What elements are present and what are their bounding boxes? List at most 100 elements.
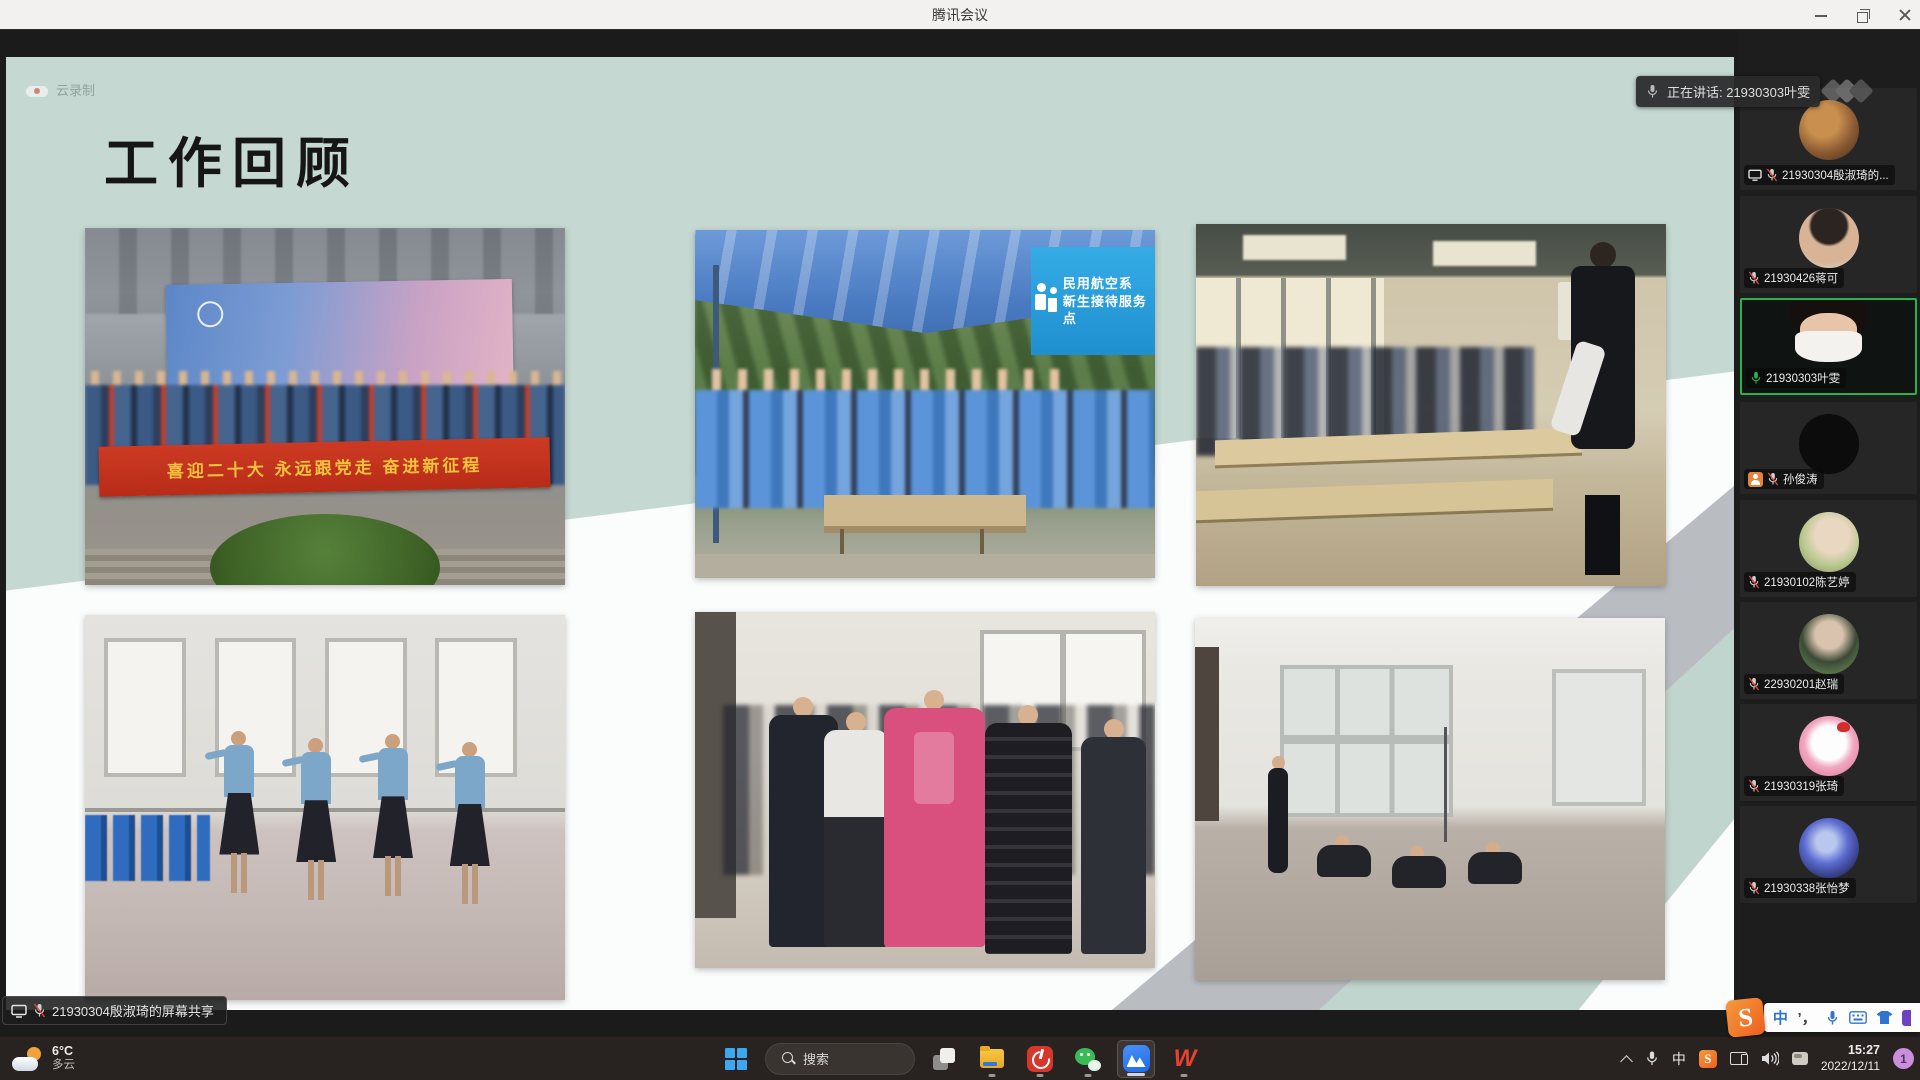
participant-tile[interactable]: 21930426蒋可	[1740, 196, 1917, 293]
ime-mode-button[interactable]: 中	[1773, 1007, 1788, 1028]
participant-tile[interactable]: 21930102陈艺婷	[1740, 500, 1917, 597]
close-button[interactable]	[1896, 6, 1914, 24]
photo5-pink-hoodie-figure	[884, 690, 985, 946]
photo-indoor-performance	[695, 612, 1155, 968]
weather-widget[interactable]: 6°C 多云	[12, 1037, 75, 1080]
speaker-icon[interactable]	[1761, 1051, 1779, 1066]
participant-tile[interactable]: 21930319张琦	[1740, 704, 1917, 801]
participant-name-pill: 21930102陈艺婷	[1744, 572, 1856, 592]
participant-name-pill: 21930304殷淑琦的...	[1744, 165, 1895, 185]
ime-toolbox-icon[interactable]	[1902, 1010, 1911, 1026]
weather-temperature: 6°C	[52, 1044, 75, 1059]
mic-icon	[1646, 84, 1659, 99]
avatar	[1799, 414, 1859, 474]
sogou-logo[interactable]: S	[1725, 997, 1766, 1038]
mic-muted-icon	[1766, 168, 1778, 182]
mic-muted-icon	[1748, 271, 1760, 285]
photo6-crouching-figure	[1468, 842, 1522, 886]
window-title: 腾讯会议	[0, 0, 1920, 30]
wps-office-button[interactable]: W	[1165, 1040, 1203, 1078]
photo5-figure	[1081, 719, 1145, 954]
speaking-indicator: 正在讲话: 21930303叶雯	[1636, 76, 1820, 107]
weather-condition: 多云	[52, 1059, 75, 1073]
mic-muted-icon	[1748, 677, 1760, 691]
notification-badge[interactable]: 1	[1893, 1048, 1914, 1069]
photo6-crouching-figure	[1392, 846, 1446, 890]
start-button[interactable]	[717, 1040, 755, 1078]
ime-keyboard-icon[interactable]	[1849, 1011, 1867, 1024]
participant-tile[interactable]: 21930338张怡梦	[1740, 806, 1917, 903]
participant-name: 21930319张琦	[1764, 778, 1838, 794]
minimize-button[interactable]	[1812, 6, 1830, 24]
person-badge-icon	[1748, 472, 1763, 487]
ime-skin-icon[interactable]	[1877, 1011, 1893, 1024]
participant-name-pill: 21930303叶雯	[1746, 368, 1846, 388]
participant-name: 21930338张怡梦	[1764, 880, 1850, 896]
taskbar-search[interactable]: 搜索	[765, 1043, 915, 1075]
mic-on-icon	[1750, 371, 1762, 385]
desktop-screen: 腾讯会议 工作回顾 欢迎你 正德的新主人 喜迎二十大 永远跟党走 奋进新征程	[0, 0, 1920, 1080]
mic-muted-icon	[1748, 881, 1760, 895]
wps-icon: W	[1171, 1046, 1197, 1072]
photo1-school-logo	[197, 301, 223, 327]
task-view-button[interactable]	[925, 1040, 963, 1078]
wechat-icon	[1075, 1046, 1101, 1072]
tray-overflow-chevron-icon[interactable]	[1622, 1054, 1632, 1064]
clock[interactable]: 15:27 2022/12/11	[1821, 1043, 1880, 1074]
participant-name-pill: 21930338张怡梦	[1744, 878, 1856, 898]
photo2-ground	[695, 554, 1155, 578]
ime-voice-icon[interactable]	[1826, 1010, 1839, 1026]
photo6-window-right	[1552, 669, 1646, 807]
touch-keyboard-icon[interactable]	[1792, 1052, 1808, 1065]
photo-welcome-group: 欢迎你 正德的新主人 喜迎二十大 永远跟党走 奋进新征程	[85, 228, 565, 585]
screen-share-icon	[11, 1004, 27, 1018]
restore-button[interactable]	[1854, 6, 1872, 24]
mic-muted-icon	[1748, 779, 1760, 793]
participant-tile[interactable]: 孙俊涛	[1740, 402, 1917, 494]
participant-name: 21930426蒋可	[1764, 270, 1838, 286]
participant-name: 21930303叶雯	[1766, 370, 1840, 386]
participants-sidebar[interactable]: 21930304殷淑琦的... 21930426蒋可 21930303叶雯 孙俊…	[1737, 30, 1920, 1037]
tray-time: 15:27	[1821, 1043, 1880, 1059]
participant-video	[1790, 298, 1866, 361]
tray-mic-icon[interactable]	[1645, 1050, 1659, 1067]
file-explorer-button[interactable]	[973, 1040, 1011, 1078]
photo4-dancer	[450, 742, 490, 912]
cast-display-icon[interactable]	[1730, 1052, 1748, 1066]
avatar	[1799, 614, 1859, 674]
speaker-avatar-stack	[1824, 80, 1884, 104]
taskbar: 6°C 多云 搜索 W 中 S 15:27	[0, 1037, 1920, 1080]
system-tray: 中 S 15:27 2022/12/11 1	[1622, 1037, 1914, 1080]
photo-evening-classroom	[1196, 224, 1666, 586]
photo2-sign-line1: 民用航空系	[1063, 275, 1151, 293]
tencent-meeting-button[interactable]	[1117, 1040, 1155, 1078]
ime-toolbar[interactable]: S 中 ’，	[1727, 999, 1920, 1036]
weather-icon	[12, 1047, 44, 1071]
avatar	[1799, 100, 1859, 160]
participant-tile-speaking[interactable]: 21930303叶雯	[1740, 298, 1917, 395]
photo5-puffer-figure	[985, 705, 1072, 954]
ime-strip[interactable]: 中 ’，	[1764, 1003, 1920, 1032]
photo6-door	[1195, 647, 1219, 821]
participant-tile[interactable]: 22930201赵瑞	[1740, 602, 1917, 699]
netease-music-button[interactable]	[1021, 1040, 1059, 1078]
photo3-ceiling-lights	[1243, 235, 1346, 260]
netease-music-icon	[1027, 1046, 1053, 1072]
photo6-mic-stand	[1444, 727, 1447, 843]
avatar	[1799, 512, 1859, 572]
sogou-tray-icon[interactable]: S	[1699, 1050, 1717, 1068]
ime-punctuation-button[interactable]: ’，	[1797, 1007, 1816, 1028]
ime-language-indicator[interactable]: 中	[1672, 1049, 1686, 1069]
participant-name: 22930201赵瑞	[1764, 676, 1838, 692]
photo6-standing-figure	[1266, 756, 1292, 876]
photo4-dancer	[296, 738, 336, 908]
wechat-button[interactable]	[1069, 1040, 1107, 1078]
photo4-dancer	[219, 731, 259, 901]
participant-name: 21930102陈艺婷	[1764, 574, 1850, 590]
search-label: 搜索	[803, 1049, 829, 1068]
tencent-meeting-icon	[1123, 1045, 1150, 1072]
speaking-label: 正在讲话: 21930303叶雯	[1667, 82, 1810, 101]
folder-icon	[980, 1049, 1004, 1068]
photo2-people	[695, 390, 1155, 508]
window-titlebar: 腾讯会议	[0, 0, 1920, 30]
